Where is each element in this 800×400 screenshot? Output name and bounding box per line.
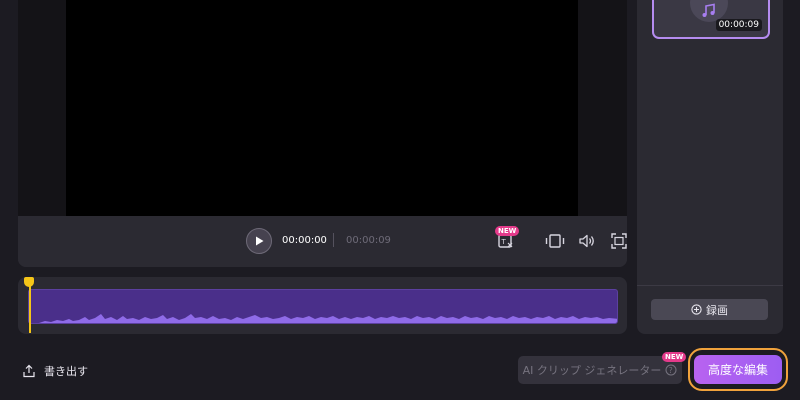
advanced-edit-button[interactable]: 高度な編集 — [694, 355, 782, 384]
playhead[interactable] — [29, 281, 31, 333]
thumbnail-duration: 00:00:09 — [715, 19, 762, 31]
export-label: 書き出す — [44, 365, 88, 378]
record-label: 録画 — [706, 303, 728, 317]
aspect-ratio-button[interactable] — [544, 230, 566, 252]
aspect-ratio-icon — [545, 234, 565, 248]
help-icon: ? — [665, 364, 677, 376]
video-canvas[interactable] — [66, 0, 578, 216]
player-controls: 00:00:00 00:00:09 T NEW — [18, 216, 627, 267]
svg-text:?: ? — [669, 366, 673, 375]
play-icon — [256, 236, 264, 246]
fullscreen-icon — [611, 233, 627, 249]
music-note-icon — [702, 3, 715, 17]
advanced-edit-highlight: 高度な編集 — [688, 348, 788, 391]
export-icon — [23, 364, 35, 378]
export-button[interactable]: 書き出す — [22, 362, 88, 380]
play-button[interactable] — [246, 228, 272, 254]
record-button[interactable]: 録画 — [651, 299, 768, 320]
media-panel: 00:00:09 録画 — [637, 0, 783, 334]
waveform — [29, 314, 617, 323]
ai-clip-generator-label: AI クリップ ジェネレーター — [522, 364, 662, 377]
time-divider — [333, 233, 334, 247]
fullscreen-button[interactable] — [608, 230, 627, 252]
panel-divider — [637, 285, 783, 286]
volume-icon — [579, 234, 594, 248]
svg-text:T: T — [501, 238, 507, 246]
total-time: 00:00:09 — [346, 235, 391, 246]
playhead-handle[interactable] — [24, 277, 34, 287]
current-time: 00:00:00 — [282, 235, 327, 246]
ai-new-badge: NEW — [662, 352, 687, 362]
audio-track[interactable] — [28, 289, 618, 324]
video-preview-area — [18, 0, 627, 216]
media-thumbnail[interactable]: 00:00:09 — [652, 0, 770, 39]
auto-caption-button[interactable]: T NEW — [495, 226, 520, 252]
video-player: 00:00:00 00:00:09 T NEW — [18, 0, 627, 267]
volume-button[interactable] — [576, 230, 598, 252]
add-circle-icon — [691, 304, 702, 315]
timeline — [18, 277, 627, 334]
advanced-edit-label: 高度な編集 — [707, 363, 768, 377]
new-badge: NEW — [495, 226, 520, 236]
ai-clip-generator-button[interactable]: AI クリップ ジェネレーター ? — [518, 356, 682, 384]
